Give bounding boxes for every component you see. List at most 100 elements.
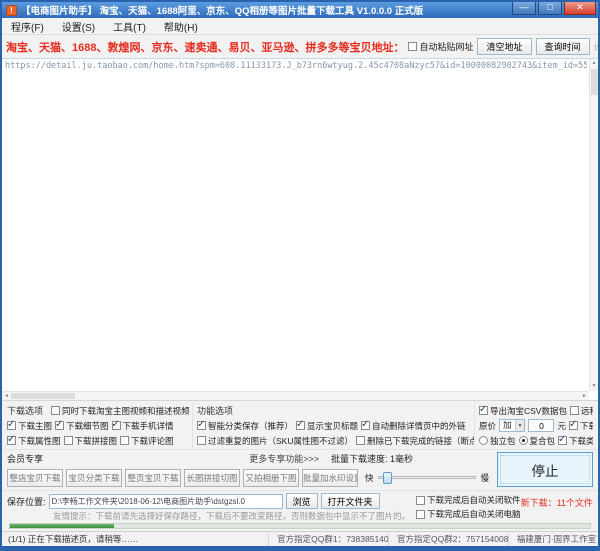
vertical-scrollbar[interactable]: ▲ ▼ xyxy=(589,59,598,391)
cb-auto-close-app[interactable]: 下载完成后自动关闭软件 xyxy=(416,494,521,506)
function-options-column: 功能选项 智能分类保存（推荐） 显示宝贝标题 自动删除详情页中的外链 过滤重复的… xyxy=(192,403,474,448)
radio-single-pack[interactable]: 独立包 xyxy=(479,435,516,447)
checkbox-icon[interactable] xyxy=(55,419,65,430)
download-options-column: 下载选项 同时下载淘宝主图视频和描述视频 下载主图 下载细节图 下载手机详情 下… xyxy=(7,403,192,448)
cb-auto-shutdown-pc[interactable]: 下载完成后自动关闭电脑 xyxy=(416,508,521,520)
cb-smart-save[interactable]: 智能分类保存（推荐） xyxy=(197,419,293,432)
options-panel: 下载选项 同时下载淘宝主图视频和描述视频 下载主图 下载细节图 下载手机详情 下… xyxy=(2,401,598,450)
watermark-settings-button[interactable]: 批量加水印设置 xyxy=(302,468,358,487)
progress-bar xyxy=(9,523,591,529)
horizontal-scroll-thumb[interactable] xyxy=(10,393,75,399)
dropdown-arrow-icon[interactable]: ▼ xyxy=(514,420,525,431)
menu-tools[interactable]: 工具(T) xyxy=(104,19,155,34)
checkbox-icon[interactable] xyxy=(120,436,130,445)
category-download-button[interactable]: 宝贝分类下载 xyxy=(66,468,122,487)
csv-options-column: 导出淘宝CSV数据包 远程详情图 原价 加 ▼ 元 下载销售属性 独立包 复合包… xyxy=(474,403,593,448)
scroll-right-icon[interactable]: ► xyxy=(582,393,587,399)
maximize-icon[interactable]: □ xyxy=(538,2,562,15)
window-controls: — □ ✕ xyxy=(512,2,596,15)
cb-remote-detail[interactable]: 远程详情图 xyxy=(569,405,593,417)
more-features-link[interactable]: 更多专享功能>>> xyxy=(249,452,319,465)
checkbox-icon[interactable] xyxy=(479,404,488,415)
price-input[interactable] xyxy=(528,419,555,432)
radio-icon[interactable] xyxy=(479,436,488,445)
radio-icon[interactable] xyxy=(518,436,528,445)
menu-help[interactable]: 帮助(H) xyxy=(155,19,207,34)
checkbox-icon[interactable] xyxy=(296,419,306,430)
price-unit-label: 元 xyxy=(557,420,566,431)
page-download-button[interactable]: 整页宝贝下载 xyxy=(125,468,181,487)
horizontal-scrollbar[interactable]: ◄ ► xyxy=(2,391,589,400)
checkbox-icon[interactable] xyxy=(355,436,365,445)
qq-group-1: 官方指定QQ群1：738385140 xyxy=(268,532,388,546)
url-textarea[interactable]: https://detail.ju.taobao.com/home.htm?sp… xyxy=(2,58,598,401)
cb-category-attr[interactable]: 下载类目属性 xyxy=(558,434,593,447)
fast-label: 快 xyxy=(365,472,374,483)
qq-group-2: 官方指定QQ群2：757154008 xyxy=(387,532,508,546)
checkbox-icon[interactable] xyxy=(558,434,568,445)
checkbox-icon[interactable] xyxy=(63,436,73,445)
cb-auto-paste[interactable]: 自动粘贴网址 xyxy=(408,40,473,53)
studio-label: 福建厦门·国界工作室 xyxy=(507,532,598,546)
open-folder-button[interactable]: 打开文件夹 xyxy=(320,493,380,509)
vip-title: 会员专享 xyxy=(7,454,44,464)
stitch-cut-button[interactable]: 长图拼接切图 xyxy=(184,468,240,487)
browse-button[interactable]: 浏览 xyxy=(285,493,318,509)
cb-delete-finished-links[interactable]: 删除已下载完成的链接（断点续传） xyxy=(355,435,474,447)
menu-settings[interactable]: 设置(S) xyxy=(53,19,104,34)
radio-multi-pack[interactable]: 复合包 xyxy=(518,435,555,447)
cb-sale-attr[interactable]: 下载销售属性 xyxy=(569,419,593,432)
cb-attr-image[interactable]: 下载属性图 xyxy=(7,434,61,447)
download-options-title: 下载选项 xyxy=(7,406,44,416)
status-bar: (1/1) 正在下载描述页，请稍等…… 官方指定QQ群1：738385140 官… xyxy=(2,531,598,546)
new-downloads-count: 新下载：11个文件 xyxy=(520,498,593,508)
progress-fill xyxy=(10,524,115,528)
yupoo-download-button[interactable]: 又拍相册下图 xyxy=(243,468,299,487)
checkbox-icon[interactable] xyxy=(408,42,418,51)
cb-stitch-image[interactable]: 下载拼接图 xyxy=(63,435,117,447)
cb-remove-external-links[interactable]: 自动删除详情页中的外链 xyxy=(361,419,466,432)
cb-download-videos[interactable]: 同时下载淘宝主图视频和描述视频 xyxy=(51,405,190,417)
cb-show-title[interactable]: 显示宝贝标题 xyxy=(296,419,358,432)
checkbox-icon[interactable] xyxy=(416,495,426,505)
stop-button[interactable]: 停止 xyxy=(497,452,593,487)
checkbox-icon[interactable] xyxy=(7,434,16,445)
url-text[interactable]: https://detail.ju.taobao.com/home.htm?sp… xyxy=(5,61,587,71)
scroll-left-icon[interactable]: ◄ xyxy=(4,393,9,399)
vertical-scroll-thumb[interactable] xyxy=(590,69,598,95)
app-window: ! 【电商图片助手】 淘宝、天猫、1688阿里、京东、QQ相册等图片批量下载工具… xyxy=(0,0,600,551)
checkbox-icon[interactable] xyxy=(7,419,16,430)
checkbox-icon[interactable] xyxy=(197,436,206,445)
scroll-up-icon[interactable]: ▲ xyxy=(592,59,597,68)
scroll-down-icon[interactable]: ▼ xyxy=(592,382,597,391)
minimize-icon[interactable]: — xyxy=(512,2,536,15)
query-time-button[interactable]: 查询时间 xyxy=(535,38,590,55)
checkbox-icon[interactable] xyxy=(416,509,426,519)
slider-thumb[interactable] xyxy=(382,472,392,484)
checkbox-icon[interactable] xyxy=(111,419,121,430)
cb-main-image[interactable]: 下载主图 xyxy=(7,419,52,432)
header-row: 淘宝、天猫、1688、敦煌网、京东、速卖通、易贝、亚马逊、拼多多等宝贝地址： 自… xyxy=(2,35,598,58)
cb-filter-duplicates[interactable]: 过滤重复的图片（SKU属性图不过滤） xyxy=(197,435,353,447)
checkbox-icon[interactable] xyxy=(51,406,61,415)
checkbox-icon[interactable] xyxy=(361,419,371,430)
menu-program[interactable]: 程序(F) xyxy=(2,19,53,34)
save-path-input[interactable] xyxy=(48,493,283,509)
checkbox-icon[interactable] xyxy=(569,406,579,415)
shop-download-button[interactable]: 整店宝贝下载 xyxy=(7,468,63,487)
save-path-label: 保存位置: xyxy=(7,496,46,507)
cb-comment-image[interactable]: 下载评论图 xyxy=(120,435,174,447)
checkbox-icon[interactable] xyxy=(569,419,578,430)
cb-export-csv[interactable]: 导出淘宝CSV数据包 xyxy=(479,404,567,417)
save-section: 保存位置: 浏览 打开文件夹 友情提示：下载前请先选择好保存路径，下载后不要改变… xyxy=(2,491,598,522)
price-op-select[interactable]: 加 ▼ xyxy=(499,419,526,432)
cb-phone-detail[interactable]: 下载手机详情 xyxy=(111,419,174,432)
clear-url-button[interactable]: 清空地址 xyxy=(477,38,532,55)
checkbox-icon[interactable] xyxy=(197,419,206,430)
speed-slider[interactable]: 快 慢 xyxy=(365,472,489,484)
slider-track[interactable] xyxy=(377,472,477,484)
title-bar: ! 【电商图片助手】 淘宝、天猫、1688阿里、京东、QQ相册等图片批量下载工具… xyxy=(2,2,598,18)
settings-link[interactable]: 设置 xyxy=(594,40,598,53)
close-icon[interactable]: ✕ xyxy=(564,2,596,15)
cb-detail-image[interactable]: 下载细节图 xyxy=(55,419,109,432)
